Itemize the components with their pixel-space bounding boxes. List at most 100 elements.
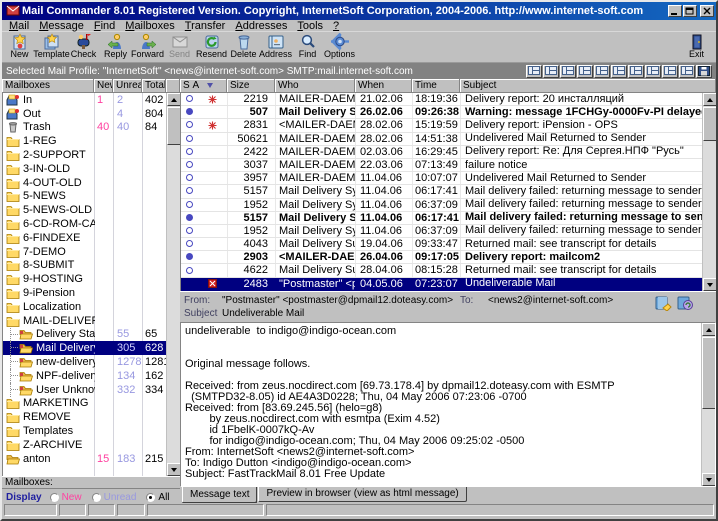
mailbox-item-anton[interactable]: anton15183215 xyxy=(3,452,167,466)
tab-message-text[interactable]: Message text xyxy=(182,487,257,503)
mailbox-item-3-in-old[interactable]: 3-IN-OLD xyxy=(3,162,167,176)
message-row[interactable]: 1952Mail Delivery System <f11.04.0606:37… xyxy=(181,225,703,238)
layout-view-10-button[interactable] xyxy=(679,65,695,78)
scroll-thumb[interactable] xyxy=(167,107,180,145)
mailbox-item-user-unknown[interactable]: User Unknown332334 xyxy=(3,383,167,397)
delete-button[interactable]: Delete xyxy=(228,33,259,61)
mailboxes-column-header[interactable]: Mailboxes xyxy=(2,79,94,93)
message-row[interactable]: 2831<MAILER-DAEMON@a28.02.0615:19:59 +03… xyxy=(181,119,703,132)
mailbox-item-z-archive[interactable]: Z-ARCHIVE xyxy=(3,438,167,452)
message-row[interactable]: 2903<MAILER-DAEMON@26.04.0609:17:05 +040… xyxy=(181,251,703,264)
layout-view-3-button[interactable] xyxy=(560,65,576,78)
status-attach-column-header[interactable]: S A xyxy=(180,79,227,93)
scroll-up-button[interactable] xyxy=(703,93,716,106)
new-button[interactable]: New xyxy=(4,33,35,61)
template-button[interactable]: Template xyxy=(36,33,67,61)
scroll-down-button[interactable] xyxy=(702,473,716,486)
layout-view-2-button[interactable] xyxy=(543,65,559,78)
address-button[interactable]: Address xyxy=(260,33,291,61)
recycle-message-icon[interactable] xyxy=(676,295,694,311)
mailbox-item-delivery-statu[interactable]: Delivery Statu...5565 xyxy=(3,328,167,342)
mailbox-item-remove[interactable]: REMOVE xyxy=(3,410,167,424)
reply-button[interactable]: Reply xyxy=(100,33,131,61)
scroll-thumb[interactable] xyxy=(703,107,716,141)
menu-find[interactable]: Find xyxy=(89,20,120,32)
mailbox-item-5-news[interactable]: 5-NEWS xyxy=(3,190,167,204)
scroll-down-button[interactable] xyxy=(167,463,180,476)
mailbox-item-mail-delivery[interactable]: MAIL-DELIVERY xyxy=(3,314,167,328)
close-button[interactable] xyxy=(700,5,714,17)
options-button[interactable]: Options xyxy=(324,33,355,61)
time-column-header[interactable]: Time xyxy=(412,79,460,93)
who-column-header[interactable]: Who xyxy=(275,79,355,93)
find-button[interactable]: Find xyxy=(292,33,323,61)
scroll-down-button[interactable] xyxy=(703,278,716,291)
minimize-button[interactable] xyxy=(668,5,682,17)
layout-view-4-button[interactable] xyxy=(577,65,593,78)
restore-button[interactable] xyxy=(683,5,697,17)
mailbox-item-localization[interactable]: Localization xyxy=(3,300,167,314)
mailbox-item-2-support[interactable]: 2-SUPPORT xyxy=(3,148,167,162)
layout-view-6-button[interactable] xyxy=(611,65,627,78)
message-row[interactable]: 4043Mail Delivery Subsyste19.04.0609:33:… xyxy=(181,238,703,251)
menu-transfer[interactable]: Transfer xyxy=(180,20,231,32)
mailbox-item-new-delivery-p[interactable]: new-delivery-p...12781281 xyxy=(3,355,167,369)
message-row[interactable]: 2483"Postmaster" <postmas04.05.0607:23:0… xyxy=(181,278,703,291)
mailbox-item-npf-delivery[interactable]: NPF-delivery134162 xyxy=(3,369,167,383)
menu-message[interactable]: Message xyxy=(34,20,89,32)
save-layout-button[interactable] xyxy=(696,65,712,78)
message-list-scrollbar[interactable] xyxy=(702,93,716,291)
message-body[interactable]: undeliverable to indigo@indigo-ocean.com… xyxy=(180,322,716,487)
message-row[interactable]: 507Mail Delivery System26.02.0609:26:38 … xyxy=(181,106,703,119)
send-button[interactable]: Send xyxy=(164,33,195,61)
mailbox-item-trash[interactable]: Trash404084 xyxy=(3,121,167,135)
mailbox-item-9-hosting[interactable]: 9-HOSTING xyxy=(3,272,167,286)
scroll-up-button[interactable] xyxy=(167,93,180,106)
mailbox-item-7-demo[interactable]: 7-DEMO xyxy=(3,245,167,259)
new-column-header[interactable]: New xyxy=(94,79,113,93)
radio-icon[interactable] xyxy=(146,493,155,502)
mailbox-item-9-ipension[interactable]: 9-iPension xyxy=(3,286,167,300)
subject-column-header[interactable]: Subject xyxy=(460,79,716,93)
mailbox-item-6-cd-rom-catal[interactable]: 6-CD-ROM-CATAL... xyxy=(3,217,167,231)
mailbox-item-5-news-old[interactable]: 5-NEWS-OLD xyxy=(3,203,167,217)
menu-help[interactable]: ? xyxy=(328,20,344,32)
scroll-thumb[interactable] xyxy=(702,337,716,409)
layout-view-1-button[interactable] xyxy=(526,65,542,78)
move-to-folder-icon[interactable] xyxy=(654,295,672,311)
body-scrollbar[interactable] xyxy=(701,323,715,486)
when-column-header[interactable]: When xyxy=(355,79,412,93)
mailbox-scrollbar[interactable] xyxy=(166,93,180,476)
radio-icon[interactable] xyxy=(92,493,101,502)
layout-view-9-button[interactable] xyxy=(662,65,678,78)
exit-button[interactable]: Exit xyxy=(681,33,712,61)
mailbox-item-4-out-old[interactable]: 4-OUT-OLD xyxy=(3,176,167,190)
display-option-new[interactable]: New xyxy=(50,492,82,503)
display-option-unread[interactable]: Unread xyxy=(92,492,137,503)
check-button[interactable]: Check xyxy=(68,33,99,61)
message-row[interactable]: 4622Mail Delivery Subsyste28.04.0608:15:… xyxy=(181,264,703,277)
unread-column-header[interactable]: Unread xyxy=(113,79,142,93)
forward-button[interactable]: Forward xyxy=(132,33,163,61)
layout-view-7-button[interactable] xyxy=(628,65,644,78)
mailbox-item-in[interactable]: In12402 xyxy=(3,93,167,107)
size-column-header[interactable]: Size xyxy=(227,79,275,93)
mailbox-item-mail-delivery[interactable]: Mail Delivery ...305628 xyxy=(3,341,167,355)
layout-view-5-button[interactable] xyxy=(594,65,610,78)
mailbox-item-templates[interactable]: Templates xyxy=(3,424,167,438)
menu-addresses[interactable]: Addresses xyxy=(230,20,292,32)
message-row[interactable]: 3957MAILER-DAEMON@be11.04.0610:07:07 +04… xyxy=(181,172,703,185)
tab-preview-in-browser-view-as-htm[interactable]: Preview in browser (view as html message… xyxy=(258,487,466,502)
display-option-all[interactable]: All xyxy=(146,492,169,503)
mailbox-item-8-submit[interactable]: 8-SUBMIT xyxy=(3,259,167,273)
total-column-header[interactable]: Total xyxy=(142,79,166,93)
mailbox-item-out[interactable]: Out4804 xyxy=(3,107,167,121)
mailbox-item-marketing[interactable]: MARKETING xyxy=(3,397,167,411)
message-row[interactable]: 2219MAILER-DAEMON@mo21.02.0618:19:36 +03… xyxy=(181,93,703,106)
menu-mail[interactable]: Mail xyxy=(4,20,34,32)
message-row[interactable]: 50621MAILER-DAEMON@bir28.02.0614:51:38 +… xyxy=(181,133,703,146)
radio-icon[interactable] xyxy=(50,493,59,502)
mailbox-item-1-reg[interactable]: 1-REG xyxy=(3,134,167,148)
message-row[interactable]: 5157Mail Delivery System <f11.04.0606:17… xyxy=(181,185,703,198)
menu-tools[interactable]: Tools xyxy=(292,20,328,32)
